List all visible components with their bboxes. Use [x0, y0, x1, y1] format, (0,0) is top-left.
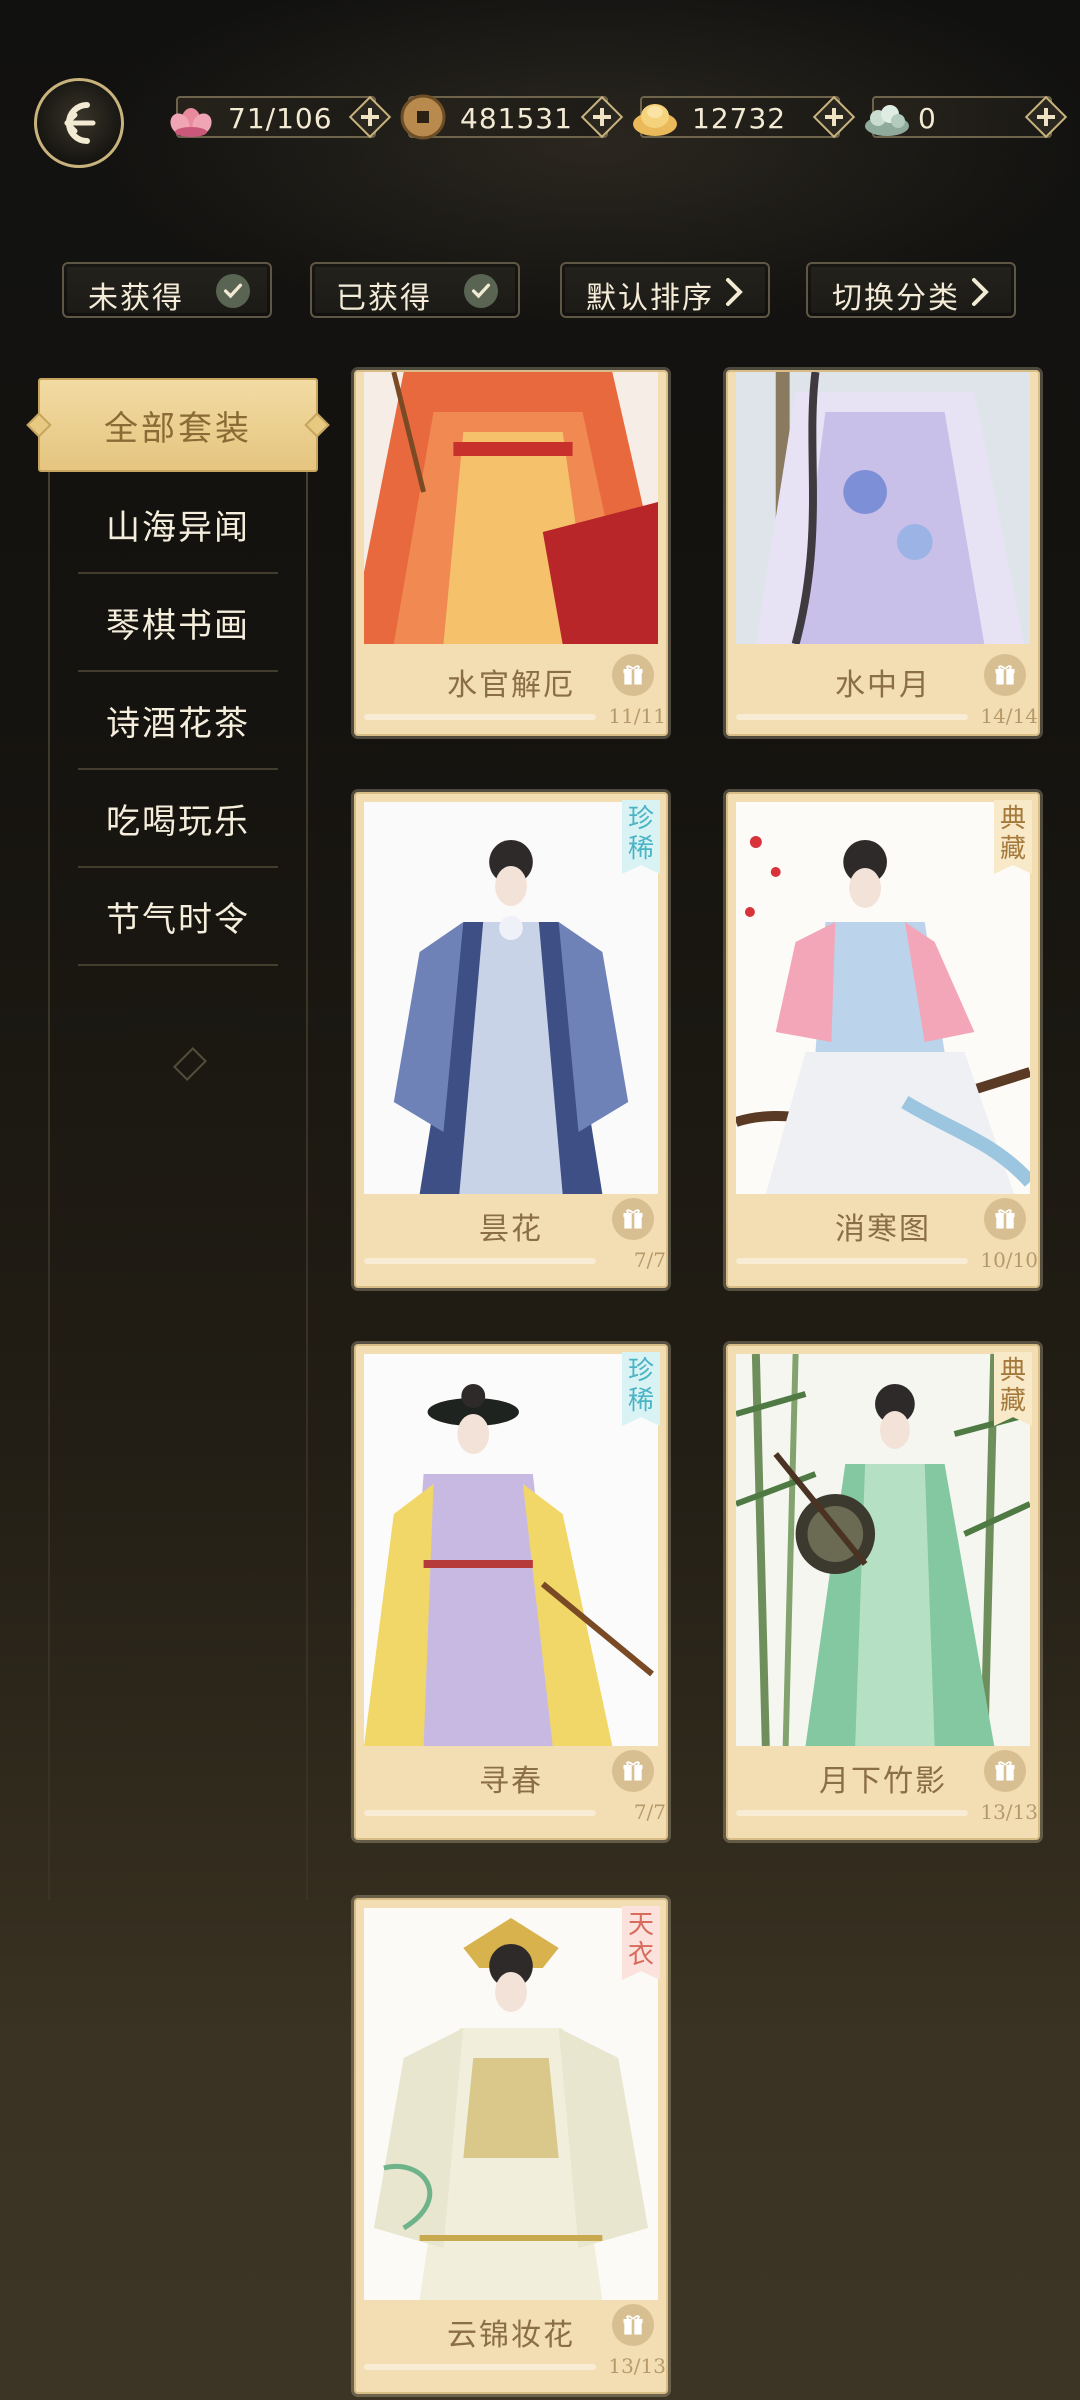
switch-label: 切换分类: [832, 281, 960, 316]
filter-obtained-button[interactable]: 已获得: [310, 262, 520, 318]
outfit-image: [736, 372, 1030, 644]
collection-progress-bar: [364, 2364, 596, 2370]
rarity-badge: 天衣: [622, 1906, 660, 1980]
outfit-image: [364, 372, 658, 644]
rarity-badge: 珍稀: [622, 1352, 660, 1426]
collection-progress-bar: [736, 1258, 968, 1264]
chevron-right-icon: [972, 278, 989, 306]
switch-category-button[interactable]: 切换分类: [806, 262, 1016, 318]
progress-fill: [364, 1810, 596, 1816]
gold-ingot-icon: [633, 104, 677, 136]
add-lotus-button[interactable]: [348, 95, 392, 139]
resource-value: 481531: [460, 102, 573, 135]
collection-count: 13/13: [608, 2354, 666, 2378]
lotus-icon: [170, 108, 212, 137]
filter-label: 已获得: [336, 281, 432, 316]
back-button[interactable]: [34, 78, 124, 168]
outfit-card[interactable]: 典藏 月下竹影 13/13: [726, 1344, 1040, 1840]
add-jade-button[interactable]: [1024, 95, 1068, 139]
outfit-card[interactable]: 珍稀 寻春 7/7: [354, 1344, 668, 1840]
category-item[interactable]: 琴棋书画: [78, 574, 278, 672]
resource-lotus: 71/106: [170, 95, 392, 139]
collection-count: 7/7: [633, 1800, 666, 1824]
add-gold-button[interactable]: [812, 95, 856, 139]
category-item[interactable]: 诗酒花茶: [78, 672, 278, 770]
outfit-card[interactable]: 天衣 云锦妆花 13/13: [354, 1898, 668, 2394]
collection-count: 14/14: [980, 704, 1038, 728]
gift-icon[interactable]: [984, 654, 1026, 696]
category-item[interactable]: 山海异闻: [78, 476, 278, 574]
outfit-image: [736, 1354, 1030, 1746]
outfit-card[interactable]: 水官解厄 11/11: [354, 370, 668, 736]
collection-progress-bar: [364, 1258, 596, 1264]
resource-copper: 481531: [400, 94, 624, 140]
progress-fill: [364, 714, 596, 720]
outfit-image: [364, 1354, 658, 1746]
filter-label: 未获得: [88, 281, 184, 316]
resource-value: 0: [918, 102, 937, 135]
gift-icon[interactable]: [612, 654, 654, 696]
collection-progress-bar: [736, 714, 968, 720]
outfit-image: [736, 802, 1030, 1194]
collection-progress-bar: [736, 1810, 968, 1816]
rarity-badge: 典藏: [994, 800, 1032, 874]
gift-icon[interactable]: [984, 1750, 1026, 1792]
category-item[interactable]: 吃喝玩乐: [78, 770, 278, 868]
resource-jade: 0: [865, 95, 1068, 139]
gift-icon[interactable]: [612, 2304, 654, 2346]
back-arrow-icon: [64, 102, 96, 144]
progress-fill: [364, 1258, 596, 1264]
collection-progress-bar: [364, 1810, 596, 1816]
gift-icon[interactable]: [984, 1198, 1026, 1240]
copper-coin-icon: [400, 94, 446, 140]
sidebar-border-left: [48, 450, 50, 1900]
outfit-card[interactable]: 典藏 消寒图 10/10: [726, 792, 1040, 1288]
check-icon: [464, 274, 498, 308]
category-item[interactable]: 节气时令: [78, 868, 278, 966]
add-copper-button[interactable]: [580, 95, 624, 139]
rarity-badge: 典藏: [994, 1352, 1032, 1426]
check-icon: [216, 274, 250, 308]
progress-fill: [736, 1258, 968, 1264]
resource-gold: 12732: [633, 95, 856, 139]
progress-fill: [736, 714, 968, 720]
decorative-ornament: [173, 1047, 207, 1081]
collection-count: 10/10: [980, 1248, 1038, 1272]
collection-count: 13/13: [980, 1800, 1038, 1824]
rarity-badge: 珍稀: [622, 800, 660, 874]
jade-icon: [865, 105, 909, 136]
category-all-sets[interactable]: 全部套装: [38, 378, 318, 472]
gift-icon[interactable]: [612, 1750, 654, 1792]
chevron-right-icon: [726, 278, 743, 306]
sort-button[interactable]: 默认排序: [560, 262, 770, 318]
collection-count: 11/11: [608, 704, 666, 728]
outfit-card[interactable]: 水中月 14/14: [726, 370, 1040, 736]
resource-value: 71/106: [228, 102, 333, 135]
sidebar-border-right: [306, 450, 308, 1900]
filter-unobtained-button[interactable]: 未获得: [62, 262, 272, 318]
outfit-card[interactable]: 珍稀 昙花 7/7: [354, 792, 668, 1288]
outfit-image: [364, 802, 658, 1194]
outfit-image: [364, 1908, 658, 2300]
sort-label: 默认排序: [586, 281, 714, 316]
collection-progress-bar: [364, 714, 596, 720]
progress-fill: [364, 2364, 596, 2370]
progress-fill: [736, 1810, 968, 1816]
resource-value: 12732: [692, 102, 787, 135]
gift-icon[interactable]: [612, 1198, 654, 1240]
collection-count: 7/7: [633, 1248, 666, 1272]
